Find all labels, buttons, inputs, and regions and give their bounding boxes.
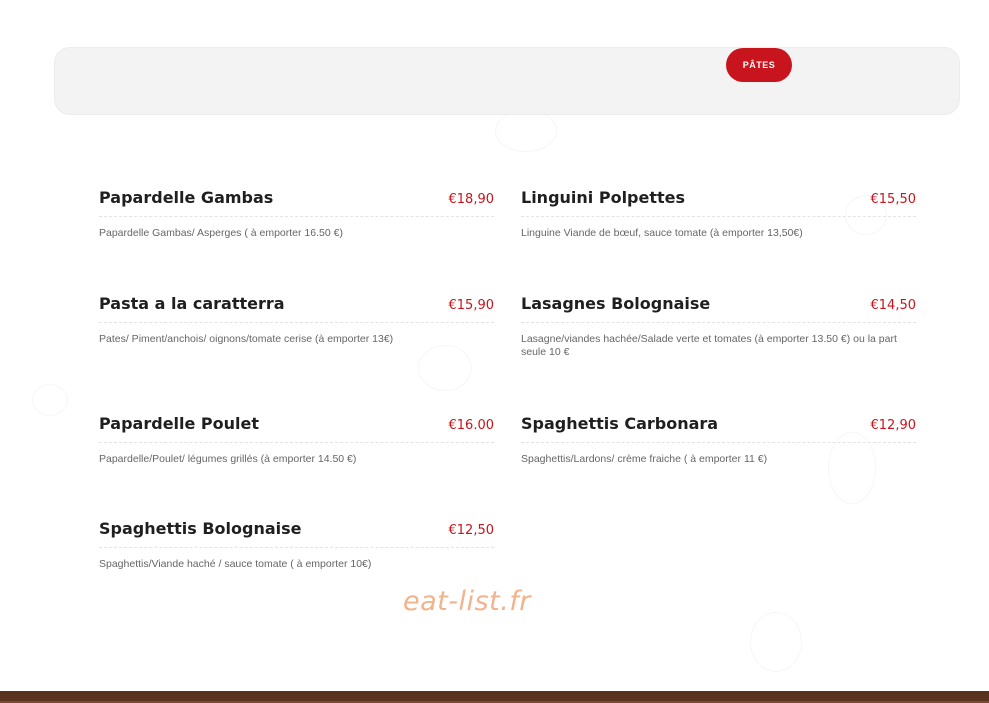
- menu-item-header: Linguini Polpettes €15,50: [521, 188, 916, 217]
- menu-item: Linguini Polpettes €15,50 Linguine Viand…: [521, 188, 916, 240]
- category-tabbar: PÂTES: [54, 47, 960, 115]
- menu-item-description: Pates/ Piment/anchois/ oignons/tomate ce…: [99, 333, 394, 345]
- menu-item-header: Papardelle Gambas €18,90: [99, 188, 494, 217]
- menu-item-description: Papardelle/Poulet/ légumes grillés (à em…: [99, 453, 357, 465]
- menu-item: Lasagnes Bolognaise €14,50 Lasagne/viand…: [521, 294, 916, 359]
- menu-item-price: €12,90: [870, 418, 917, 433]
- menu-item: Papardelle Poulet €16.00 Papardelle/Poul…: [99, 414, 494, 466]
- menu-item-description: Lasagne/viandes hachée/Salade verte et t…: [521, 333, 897, 358]
- menu-item: Spaghettis Bolognaise €12,50 Spaghettis/…: [99, 519, 494, 571]
- menu-item-price: €15,90: [448, 298, 495, 313]
- menu-item-price: €16.00: [448, 418, 495, 433]
- menu-item-description: Papardelle Gambas/ Asperges ( à emporter…: [99, 227, 343, 239]
- menu-item-name: Lasagnes Bolognaise: [521, 294, 711, 313]
- menu-item: Spaghettis Carbonara €12,90 Spaghettis/L…: [521, 414, 916, 466]
- wood-border: [0, 691, 989, 703]
- menu-item-name: Linguini Polpettes: [521, 188, 686, 207]
- menu-item-header: Pasta a la caratterra €15,90: [99, 294, 494, 323]
- menu-item-description: Spaghettis/Lardons/ crème fraiche ( à em…: [521, 453, 768, 465]
- menu-item-name: Papardelle Gambas: [99, 188, 274, 207]
- menu-item-header: Spaghettis Carbonara €12,90: [521, 414, 916, 443]
- menu-item-name: Spaghettis Carbonara: [521, 414, 719, 433]
- menu-item-name: Spaghettis Bolognaise: [99, 519, 302, 538]
- menu-item-price: €15,50: [870, 192, 917, 207]
- menu-item: Papardelle Gambas €18,90 Papardelle Gamb…: [99, 188, 494, 240]
- background-doodle: [418, 345, 472, 391]
- menu-item-description: Linguine Viande de bœuf, sauce tomate (à…: [521, 227, 803, 239]
- menu-item-name: Pasta a la caratterra: [99, 294, 285, 313]
- menu-item-price: €18,90: [448, 192, 495, 207]
- watermark-text: eat-list.fr: [403, 586, 531, 617]
- background-doodle: [32, 384, 68, 416]
- background-doodle: [495, 110, 557, 152]
- menu-item-price: €14,50: [870, 298, 917, 313]
- menu-item-price: €12,50: [448, 523, 495, 538]
- menu-item-header: Papardelle Poulet €16.00: [99, 414, 494, 443]
- menu-item-header: Spaghettis Bolognaise €12,50: [99, 519, 494, 548]
- menu-item: Pasta a la caratterra €15,90 Pates/ Pime…: [99, 294, 494, 346]
- menu-item-name: Papardelle Poulet: [99, 414, 260, 433]
- menu-item-header: Lasagnes Bolognaise €14,50: [521, 294, 916, 323]
- background-doodle: [750, 612, 802, 672]
- menu-item-description: Spaghettis/Viande haché / sauce tomate (…: [99, 558, 372, 570]
- tab-pates[interactable]: PÂTES: [726, 48, 792, 82]
